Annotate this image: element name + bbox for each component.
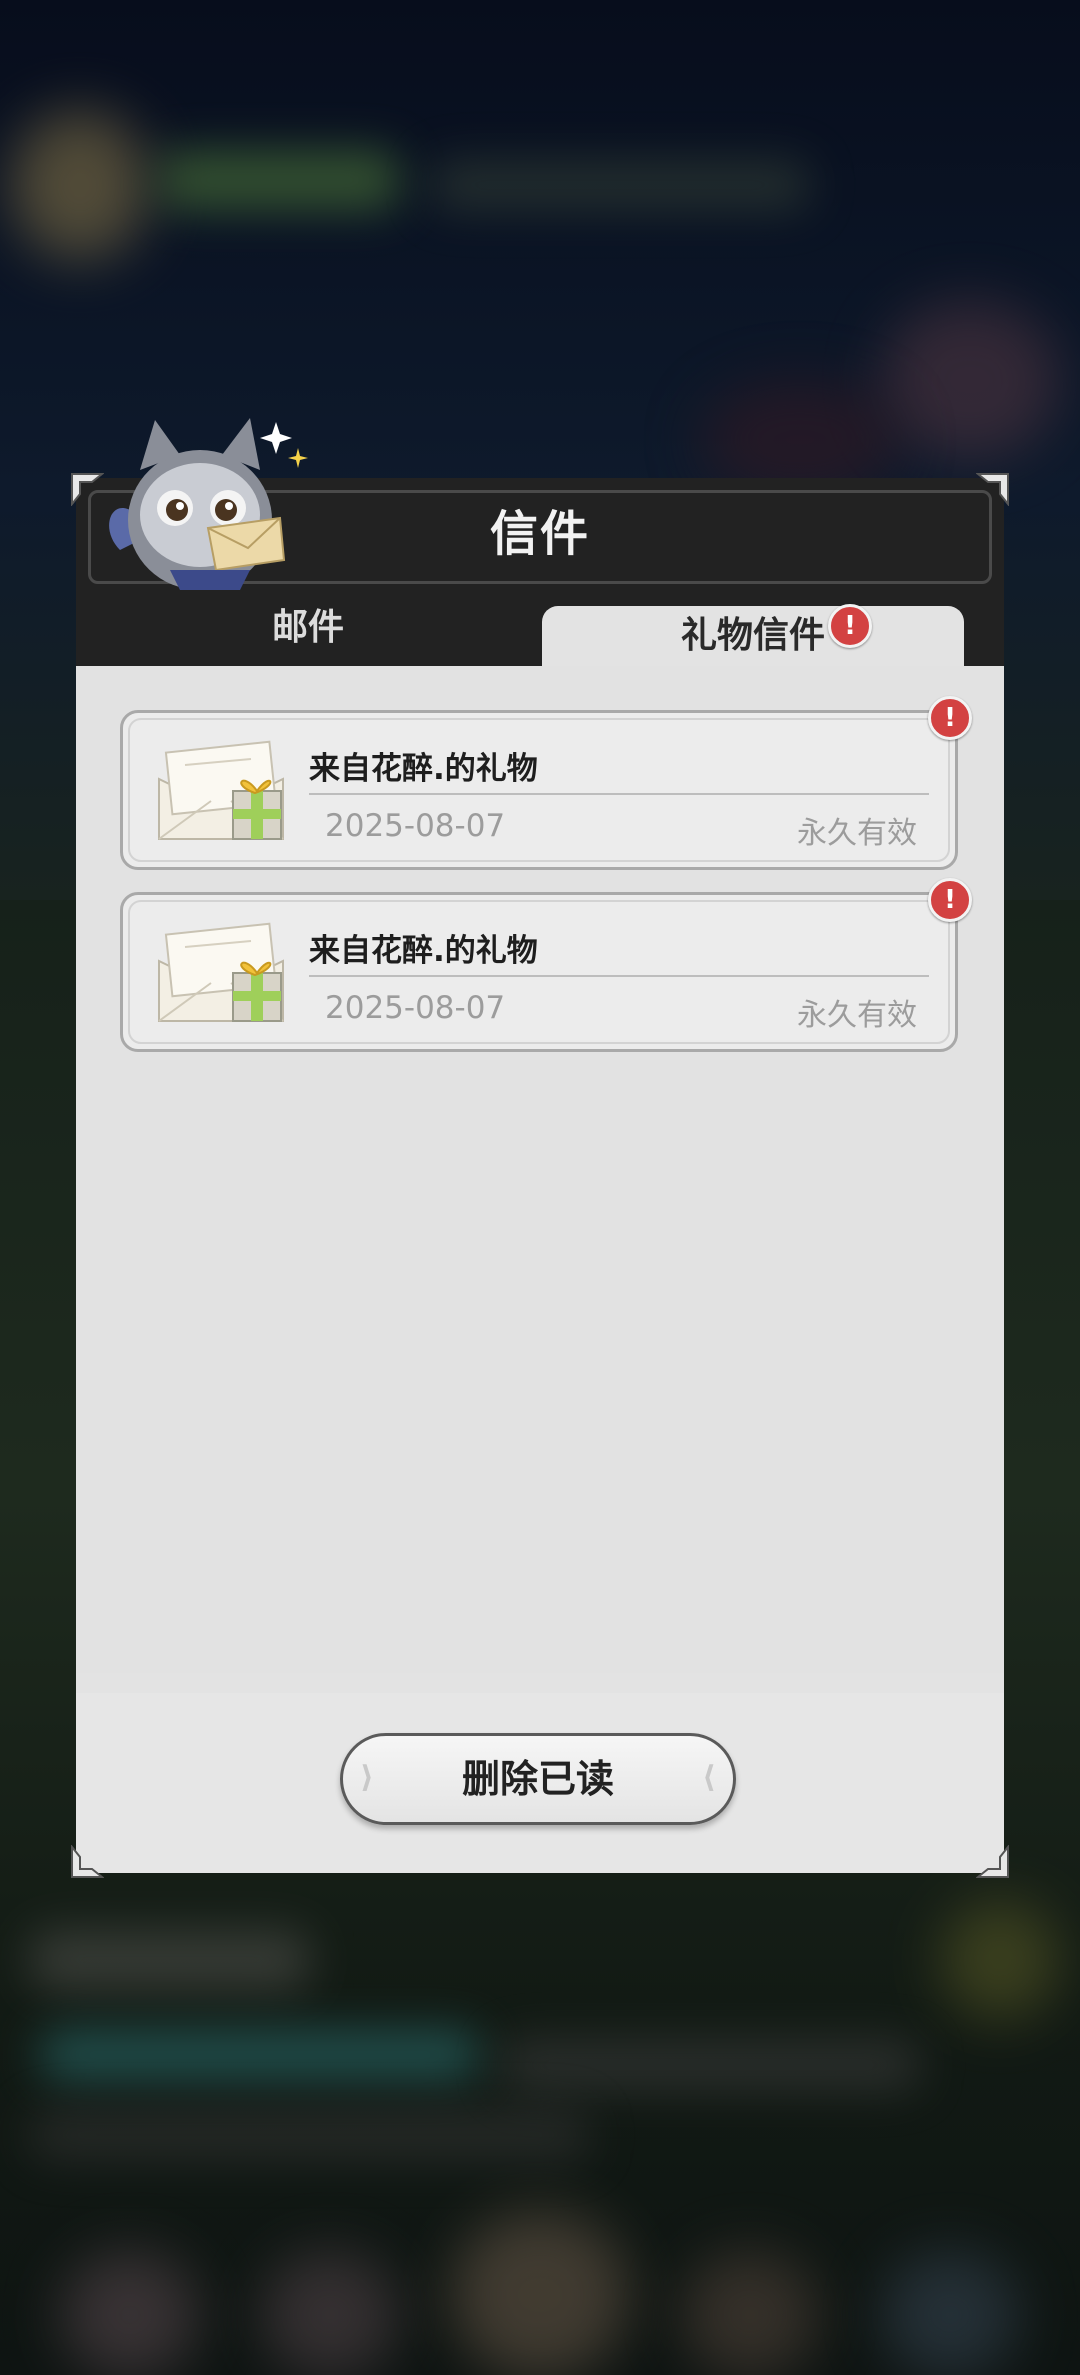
button-deco-left: ⟩ (360, 1760, 374, 1795)
corner-ornament-icon (71, 473, 104, 506)
envelope-gift-icon (158, 740, 284, 840)
mail-title: 来自花醉.的礼物 (309, 933, 538, 969)
owl-mascot-icon (109, 418, 308, 590)
mail-expiry: 永久有效 (797, 816, 917, 851)
dialog-panel: 信件 邮件 礼物信件 来自花醉.的礼物 2025-08-07 永久有效 ! 来自… (76, 478, 1004, 1873)
corner-ornament-icon (976, 1845, 1009, 1878)
mail-dialog: 信件 邮件 礼物信件 来自花醉.的礼物 2025-08-07 永久有效 ! 来自… (71, 473, 1009, 1878)
mail-title: 来自花醉.的礼物 (309, 751, 538, 787)
delete-read-button[interactable]: ⟩ 删除已读 ⟨ (340, 1733, 736, 1825)
mail-item[interactable]: 来自花醉.的礼物 2025-08-07 永久有效 (120, 710, 958, 870)
envelope-gift-icon (158, 922, 284, 1022)
tab-gift-mail[interactable]: 礼物信件 (542, 606, 964, 666)
alert-badge-icon: ! (928, 696, 972, 740)
corner-ornament-icon (71, 1845, 104, 1878)
tab-mail[interactable]: 邮件 (76, 588, 540, 666)
divider (309, 793, 929, 795)
mail-item[interactable]: 来自花醉.的礼物 2025-08-07 永久有效 (120, 892, 958, 1052)
alert-badge-icon: ! (928, 878, 972, 922)
tab-alert-badge-icon: ! (828, 604, 872, 648)
divider (309, 975, 929, 977)
corner-ornament-icon (976, 473, 1009, 506)
button-deco-right: ⟨ (702, 1760, 716, 1795)
delete-read-label: 删除已读 (461, 1757, 614, 1801)
mail-expiry: 永久有效 (797, 998, 917, 1033)
mail-date: 2025-08-07 (325, 990, 506, 1026)
mail-date: 2025-08-07 (325, 808, 506, 844)
